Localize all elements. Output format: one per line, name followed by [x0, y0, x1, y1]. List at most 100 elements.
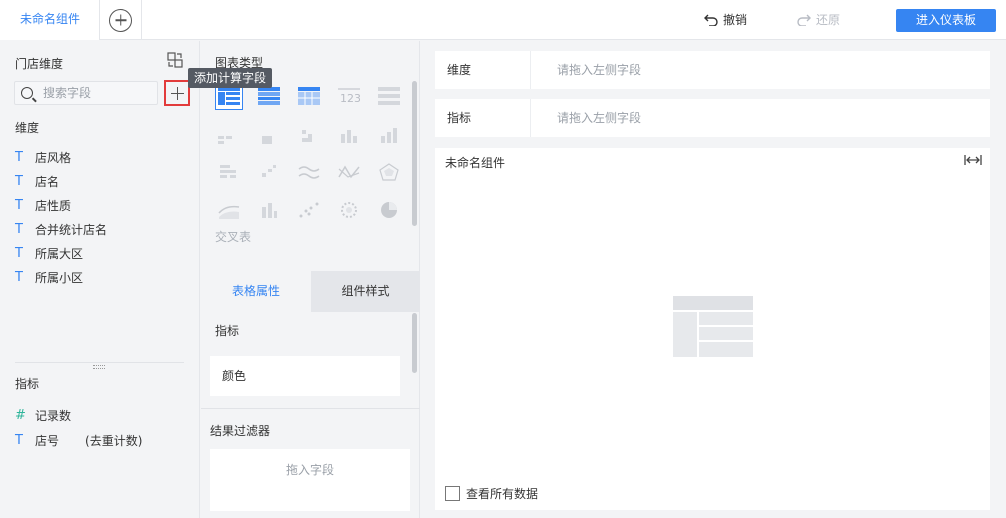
number-123-icon: 123 — [338, 88, 360, 105]
step-chart-icon — [262, 165, 276, 177]
fit-width-icon[interactable] — [964, 153, 982, 167]
range-bar-icon — [262, 203, 277, 218]
chart-type-horizontal-bar[interactable] — [215, 158, 243, 186]
chart-type-line[interactable] — [295, 158, 323, 186]
column-chart-icon — [341, 130, 357, 143]
search-icon — [21, 87, 33, 99]
undo-icon — [704, 14, 718, 26]
field-label: 店名 — [35, 175, 60, 189]
component-name[interactable]: 未命名组件 — [445, 154, 505, 171]
panel-divider — [201, 408, 420, 409]
dimension-shelf-placeholder: 请拖入左侧字段 — [557, 63, 642, 77]
indicator-section-label: 指标 — [215, 324, 240, 338]
undo-button[interactable]: 撤销 — [704, 11, 747, 28]
search-field-box[interactable] — [14, 81, 158, 105]
redo-button[interactable]: 还原 — [797, 11, 840, 28]
grid-chart-icon — [218, 136, 232, 144]
shelf-separator — [530, 51, 531, 89]
chart-type-multi-column[interactable] — [375, 121, 403, 149]
field-item[interactable]: T 店风格 — [15, 149, 71, 166]
chart-type-step[interactable] — [255, 158, 283, 186]
chart-type-radar[interactable] — [375, 158, 403, 186]
crosstab-table-icon — [218, 87, 240, 105]
text-type-icon: T — [15, 433, 23, 448]
add-calculated-field-tooltip: 添加计算字段 — [188, 68, 273, 88]
enter-dashboard-button[interactable]: 进入仪表板 — [896, 9, 996, 32]
field-item[interactable]: T 店名 — [15, 173, 59, 190]
dimension-shelf-label: 维度 — [447, 63, 472, 77]
chart-type-bubble[interactable] — [335, 196, 363, 224]
chart-type-pie[interactable] — [375, 196, 403, 224]
svg-text:123: 123 — [340, 92, 360, 105]
chart-type-radar-line[interactable] — [335, 158, 363, 186]
color-drop-zone[interactable]: 颜色 — [210, 356, 400, 396]
resize-grip-icon[interactable] — [93, 365, 105, 369]
text-type-icon: T — [15, 150, 23, 165]
text-type-icon: T — [15, 222, 23, 237]
property-tabs: 表格属性 组件样式 — [201, 271, 420, 312]
view-all-data-checkbox[interactable]: 查看所有数据 — [445, 485, 538, 502]
add-tab-button[interactable] — [100, 0, 142, 40]
search-input[interactable] — [43, 85, 153, 101]
top-bar: 未命名组件 撤销 还原 进入仪表板 — [0, 0, 1006, 40]
field-label: 合并统计店名 — [35, 223, 108, 237]
chart-config-panel: 图表类型 123 交叉表 表格属性 组件样式 指标 颜色 结果过滤器 拖入字段 — [201, 41, 420, 518]
tab-unnamed-component[interactable]: 未命名组件 — [0, 0, 100, 40]
chart-type-scrollbar[interactable] — [412, 81, 417, 226]
field-item[interactable]: T 店性质 — [15, 197, 71, 214]
field-label: 店风格 — [35, 151, 72, 165]
chart-type-name: 交叉表 — [215, 230, 252, 244]
field-label: 店性质 — [35, 199, 72, 213]
chart-type-number[interactable]: 123 — [335, 82, 363, 110]
measure-shelf-label: 指标 — [447, 111, 472, 125]
area-chart-icon — [218, 205, 240, 219]
field-item[interactable]: T 合并统计店名 — [15, 221, 107, 238]
chart-type-grid[interactable] — [215, 121, 243, 149]
field-item[interactable]: T 所属小区 — [15, 269, 83, 286]
pie-chart-icon — [381, 202, 397, 218]
measure-shelf[interactable]: 指标 请拖入左侧字段 — [435, 99, 990, 137]
heat-chart-icon — [262, 136, 272, 144]
chart-type-scatter[interactable] — [295, 196, 323, 224]
field-item[interactable]: T 店号 (去重计数) — [15, 432, 142, 449]
text-type-icon: T — [15, 174, 23, 189]
empty-table-placeholder-icon — [673, 296, 753, 357]
aggregation-label: (去重计数) — [85, 434, 143, 448]
tab-component-style[interactable]: 组件样式 — [311, 271, 420, 312]
chart-type-detail-table[interactable] — [295, 82, 323, 110]
measure-section-label: 指标 — [15, 377, 40, 391]
multi-column-icon — [381, 128, 397, 143]
chart-type-text[interactable] — [375, 82, 403, 110]
text-type-icon: T — [15, 198, 23, 213]
tab-table-properties[interactable]: 表格属性 — [201, 271, 311, 312]
line-chart-icon — [298, 166, 320, 179]
stacked-bar-icon — [302, 130, 312, 142]
undo-label: 撤销 — [723, 13, 748, 27]
switch-dataset-icon[interactable] — [167, 52, 183, 68]
chart-type-area[interactable] — [215, 196, 243, 224]
chart-type-range-bar[interactable] — [255, 196, 283, 224]
chart-type-heat[interactable] — [255, 121, 283, 149]
checkbox-icon[interactable] — [445, 486, 460, 501]
properties-scrollbar[interactable] — [412, 313, 417, 373]
field-item[interactable]: # 记录数 — [15, 407, 71, 424]
field-item[interactable]: T 所属大区 — [15, 245, 83, 262]
detail-table-icon — [298, 87, 320, 105]
chart-editor-area: 维度 请拖入左侧字段 指标 请拖入左侧字段 未命名组件 查看所有数据 — [421, 41, 1006, 518]
dimension-section-label: 维度 — [15, 121, 40, 135]
measure-shelf-placeholder: 请拖入左侧字段 — [557, 111, 642, 125]
text-type-icon: T — [15, 270, 23, 285]
add-calculated-field-button[interactable] — [164, 80, 190, 106]
number-type-icon: # — [15, 408, 26, 423]
filter-drop-zone[interactable]: 拖入字段 — [210, 449, 410, 511]
text-type-icon: T — [15, 246, 23, 261]
chart-type-column[interactable] — [335, 121, 363, 149]
field-label: 记录数 — [35, 409, 72, 423]
component-canvas: 未命名组件 查看所有数据 — [435, 148, 990, 510]
dataset-title: 门店维度 — [15, 57, 64, 71]
field-label: 所属大区 — [35, 247, 84, 261]
dimension-shelf[interactable]: 维度 请拖入左侧字段 — [435, 51, 990, 89]
redo-icon — [797, 14, 811, 26]
chart-type-stacked-bar[interactable] — [295, 121, 323, 149]
field-label: 店号 — [35, 434, 60, 448]
